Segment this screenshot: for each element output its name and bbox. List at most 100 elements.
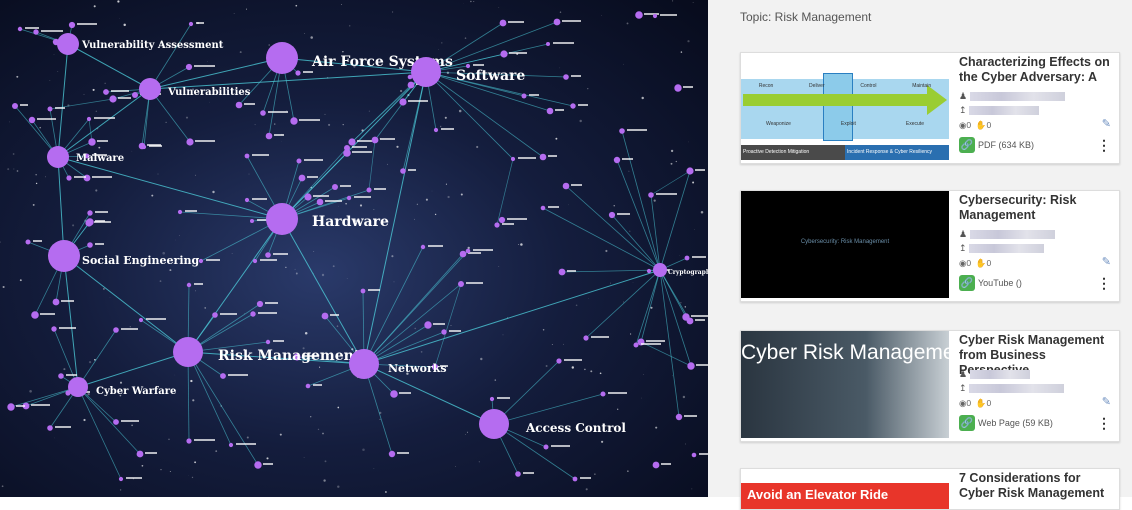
graph-node-minor[interactable] xyxy=(250,219,254,223)
graph-node-minor[interactable] xyxy=(494,222,499,227)
graph-node-minor[interactable] xyxy=(87,117,91,121)
more-options-icon[interactable]: ⋮ xyxy=(1097,137,1111,154)
resource-link[interactable]: 🔗Web Page (59 KB) xyxy=(959,415,1053,431)
graph-node-minor[interactable] xyxy=(635,11,643,19)
graph-node-minor[interactable] xyxy=(546,42,550,46)
graph-node-minor[interactable] xyxy=(692,453,697,458)
graph-node-minor[interactable] xyxy=(653,14,657,18)
thumbs-up-icon[interactable]: ✋ xyxy=(976,398,987,408)
graph-node-minor[interactable] xyxy=(254,461,261,468)
graph-node[interactable] xyxy=(349,349,379,379)
graph-node-minor[interactable] xyxy=(544,445,549,450)
graph-node-minor[interactable] xyxy=(186,138,193,145)
graph-node-label[interactable]: Vulnerabilities xyxy=(167,87,251,98)
graph-node-minor[interactable] xyxy=(348,138,355,145)
graph-node-minor[interactable] xyxy=(189,22,193,26)
graph-node-minor[interactable] xyxy=(424,321,431,328)
graph-node[interactable] xyxy=(57,33,79,55)
graph-node-minor[interactable] xyxy=(500,50,507,57)
graph-node-minor[interactable] xyxy=(499,217,505,223)
graph-node-minor[interactable] xyxy=(490,397,494,401)
graph-node-minor[interactable] xyxy=(178,210,182,214)
graph-node-minor[interactable] xyxy=(619,128,625,134)
graph-node-minor[interactable] xyxy=(609,212,615,218)
graph-node-minor[interactable] xyxy=(361,289,366,294)
graph-node-minor[interactable] xyxy=(347,196,351,200)
graph-node-minor[interactable] xyxy=(187,283,191,287)
graph-node-minor[interactable] xyxy=(540,154,547,161)
thumbs-up-icon[interactable]: ✋ xyxy=(976,258,987,268)
resource-card[interactable]: Cybersecurity: Risk Management Cybersecu… xyxy=(740,190,1120,302)
graph-node-minor[interactable] xyxy=(26,240,31,245)
graph-node-minor[interactable] xyxy=(119,477,123,481)
graph-node-minor[interactable] xyxy=(31,311,39,319)
graph-node-minor[interactable] xyxy=(139,318,143,322)
graph-node-minor[interactable] xyxy=(260,110,266,116)
graph-node-minor[interactable] xyxy=(257,301,263,307)
knowledge-graph-canvas[interactable]: Vulnerability AssessmentAir Force System… xyxy=(0,0,708,497)
card-thumbnail[interactable]: Cybersecurity: Risk Management xyxy=(741,191,949,298)
graph-node-minor[interactable] xyxy=(113,419,119,425)
resource-card[interactable]: Cyber Risk Management Cyber Risk Managem… xyxy=(740,330,1120,442)
graph-node-label[interactable]: Hardware xyxy=(312,214,389,230)
graph-node-minor[interactable] xyxy=(69,22,75,28)
graph-node-minor[interactable] xyxy=(199,259,203,263)
graph-node[interactable] xyxy=(139,78,161,100)
resource-link[interactable]: 🔗PDF (634 KB) xyxy=(959,137,1034,153)
graph-node-minor[interactable] xyxy=(674,84,681,91)
graph-node[interactable] xyxy=(68,377,88,397)
graph-node-minor[interactable] xyxy=(186,438,191,443)
graph-node-minor[interactable] xyxy=(86,218,93,225)
graph-node-minor[interactable] xyxy=(29,117,35,123)
graph-node-minor[interactable] xyxy=(614,157,620,163)
card-thumbnail[interactable]: Cyber Risk Management xyxy=(741,331,949,438)
edit-icon[interactable]: ✎ xyxy=(1102,395,1111,408)
graph-node-minor[interactable] xyxy=(515,471,521,477)
graph-node-minor[interactable] xyxy=(390,390,398,398)
graph-node-minor[interactable] xyxy=(266,340,270,344)
graph-node-minor[interactable] xyxy=(58,373,64,379)
graph-node-minor[interactable] xyxy=(676,414,682,420)
graph-node-minor[interactable] xyxy=(511,157,515,161)
more-options-icon[interactable]: ⋮ xyxy=(1097,415,1111,432)
graph-node-minor[interactable] xyxy=(563,183,570,190)
graph-node-label[interactable]: Risk Management xyxy=(218,348,361,364)
graph-node-minor[interactable] xyxy=(113,327,119,333)
graph-node-minor[interactable] xyxy=(685,256,690,261)
resource-card[interactable]: Recon Deliver Control Maintain Weaponize… xyxy=(740,52,1120,164)
graph-node-minor[interactable] xyxy=(570,103,575,108)
graph-node-minor[interactable] xyxy=(51,326,56,331)
graph-node-minor[interactable] xyxy=(266,133,273,140)
graph-node-minor[interactable] xyxy=(253,259,257,263)
graph-node-minor[interactable] xyxy=(466,249,471,254)
graph-node-minor[interactable] xyxy=(250,311,255,316)
graph-node-minor[interactable] xyxy=(245,198,249,202)
graph-node-minor[interactable] xyxy=(103,89,109,95)
graph-node-minor[interactable] xyxy=(48,107,53,112)
graph-node-minor[interactable] xyxy=(522,94,527,99)
graph-node-minor[interactable] xyxy=(229,443,233,447)
graph-node-minor[interactable] xyxy=(66,175,71,180)
edit-icon[interactable]: ✎ xyxy=(1102,117,1111,130)
graph-node-minor[interactable] xyxy=(132,92,138,98)
graph-node-minor[interactable] xyxy=(332,184,338,190)
graph-node[interactable] xyxy=(653,263,667,277)
graph-node-minor[interactable] xyxy=(245,154,250,159)
graph-node-minor[interactable] xyxy=(317,199,324,206)
graph-node-minor[interactable] xyxy=(634,343,639,348)
graph-node-label[interactable]: Malware xyxy=(76,153,124,164)
graph-node-minor[interactable] xyxy=(88,138,95,145)
graph-node-minor[interactable] xyxy=(389,451,395,457)
graph-node-minor[interactable] xyxy=(47,425,53,431)
graph-node-minor[interactable] xyxy=(554,19,561,26)
graph-node-minor[interactable] xyxy=(220,373,226,379)
graph-node-minor[interactable] xyxy=(344,145,350,151)
card-title[interactable]: Characterizing Effects on the Cyber Adve… xyxy=(959,55,1115,85)
graph-node-minor[interactable] xyxy=(297,159,302,164)
graph-node-label[interactable]: Cyber Warfare xyxy=(96,386,176,397)
graph-node-minor[interactable] xyxy=(53,299,60,306)
graph-node-minor[interactable] xyxy=(212,312,218,318)
graph-node-minor[interactable] xyxy=(653,462,660,469)
graph-node-label[interactable]: Access Control xyxy=(525,421,626,435)
graph-node-minor[interactable] xyxy=(573,477,578,482)
